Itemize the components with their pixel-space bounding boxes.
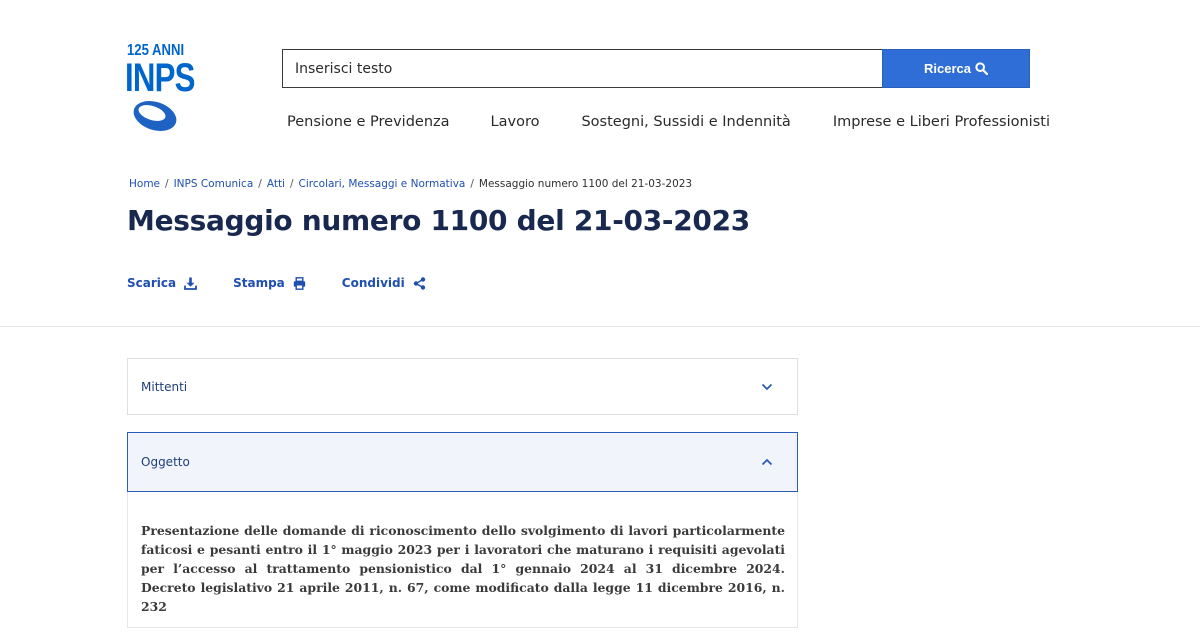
nav-item-imprese[interactable]: Imprese e Liberi Professionisti xyxy=(833,114,1050,130)
accordion-mittenti[interactable]: Mittenti xyxy=(127,358,798,415)
breadcrumb: Home / INPS Comunica / Atti / Circolari, Messa… xyxy=(129,178,693,190)
download-icon xyxy=(184,277,198,290)
search-button[interactable]: Ricerca xyxy=(882,49,1030,88)
search-bar: Ricerca xyxy=(282,49,1030,88)
breadcrumb-circolari[interactable]: Circolari, Messaggi e Normativa xyxy=(299,178,466,190)
nav-item-lavoro[interactable]: Lavoro xyxy=(491,114,540,130)
print-icon xyxy=(293,276,305,290)
search-button-label: Ricerca xyxy=(924,61,971,76)
logo-ring-icon xyxy=(133,101,177,131)
print-button[interactable]: Stampa xyxy=(233,276,306,290)
inps-logo[interactable]: 125 ANNI INPS xyxy=(125,42,195,134)
breadcrumb-atti[interactable]: Atti xyxy=(267,178,285,190)
chevron-down-icon xyxy=(761,383,773,390)
oggetto-text: Presentazione delle domande di riconosci… xyxy=(141,523,785,614)
breadcrumb-current: Messaggio numero 1100 del 21-03-2023 xyxy=(478,178,693,190)
search-icon xyxy=(975,62,988,75)
header-divider xyxy=(0,326,1200,327)
page-actions: Scarica Stampa Condividi xyxy=(127,276,462,290)
share-icon xyxy=(413,276,425,290)
breadcrumb-inps-comunica[interactable]: INPS Comunica xyxy=(174,178,254,190)
print-label: Stampa xyxy=(233,276,285,290)
logo-brand-text: INPS xyxy=(125,56,195,100)
accordion-oggetto-content: Presentazione delle domande di riconosci… xyxy=(127,492,798,628)
nav-item-sostegni[interactable]: Sostegni, Sussidi e Indennità xyxy=(581,114,790,130)
share-button[interactable]: Condividi xyxy=(342,276,426,290)
accordion-mittenti-label: Mittenti xyxy=(141,379,188,394)
accordion-oggetto-label: Oggetto xyxy=(141,455,190,469)
breadcrumb-home[interactable]: Home xyxy=(129,178,160,190)
page-title: Messaggio numero 1100 del 21-03-2023 xyxy=(127,204,750,237)
nav-item-pensione[interactable]: Pensione e Previdenza xyxy=(287,114,450,130)
search-input[interactable] xyxy=(282,49,882,88)
download-button[interactable]: Scarica xyxy=(127,276,198,290)
chevron-up-icon xyxy=(761,458,773,466)
download-label: Scarica xyxy=(127,276,177,290)
accordion-oggetto[interactable]: Oggetto xyxy=(127,432,798,492)
main-nav: Pensione e Previdenza Lavoro Sostegni, S… xyxy=(287,114,1050,130)
share-label: Condividi xyxy=(341,276,405,290)
